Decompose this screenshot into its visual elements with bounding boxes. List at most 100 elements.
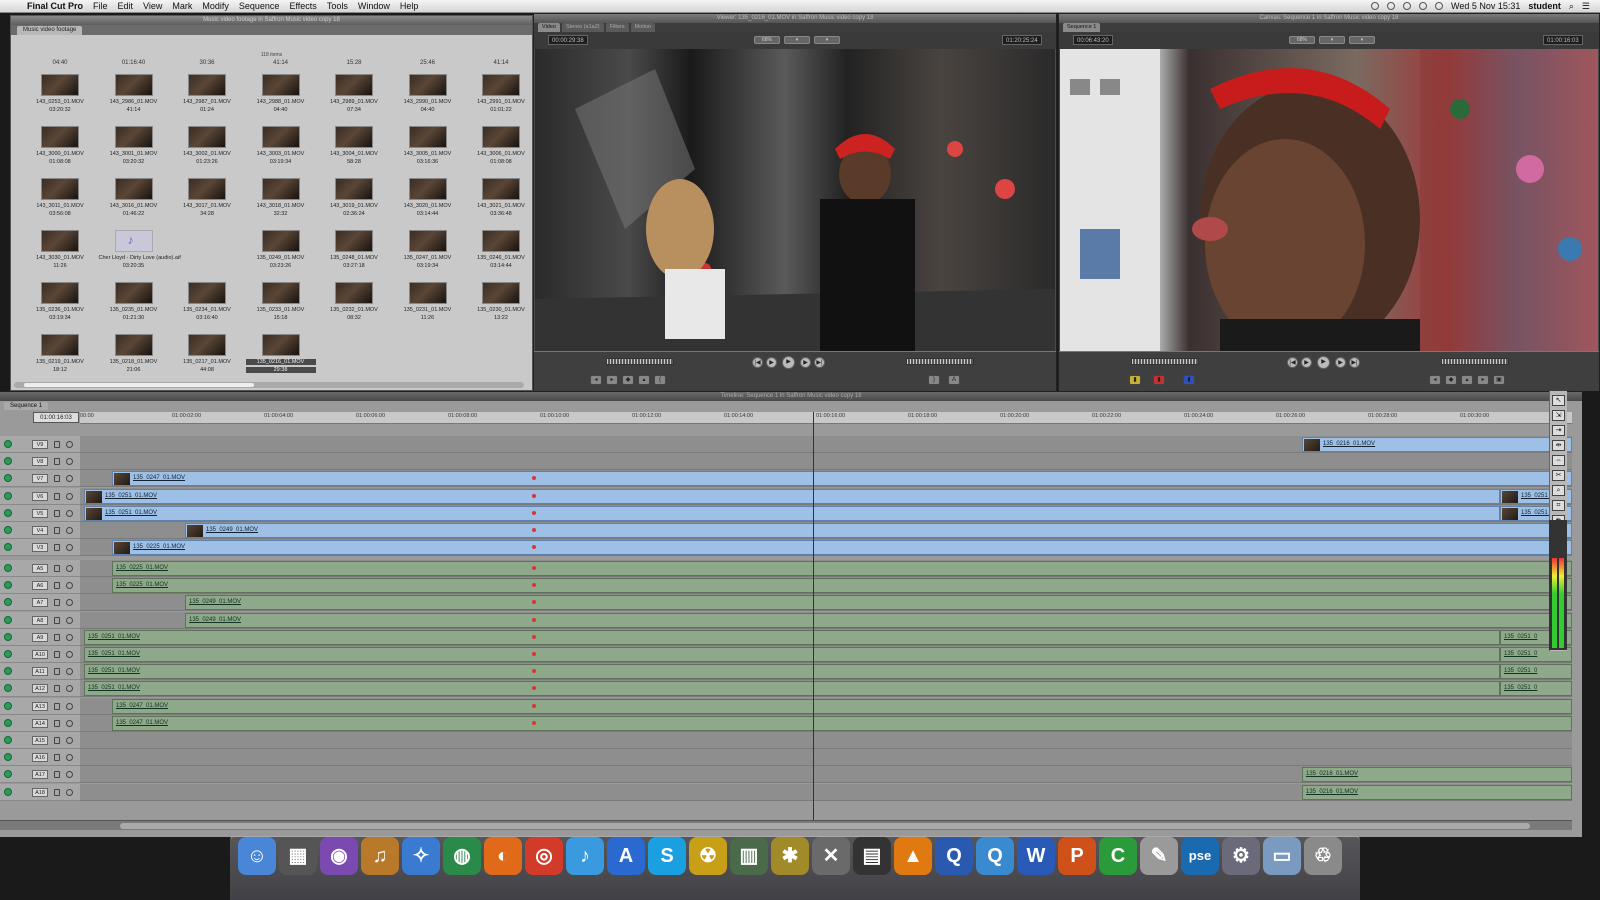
track-visibility-icon[interactable] [4, 564, 12, 572]
canvas-play-around-button[interactable]: ▶ [1335, 357, 1346, 368]
lock-icon[interactable] [54, 509, 60, 517]
clip-item[interactable]: 143_3030_01.MOV 11:26 [25, 230, 95, 282]
track-label[interactable]: V3 [32, 543, 48, 553]
quicktime-x-icon[interactable]: Q [976, 837, 1014, 875]
lock-icon[interactable] [54, 702, 60, 710]
track-visibility-icon[interactable] [4, 491, 12, 500]
track-label[interactable]: V8 [32, 457, 48, 467]
track-label[interactable]: V4 [32, 526, 48, 535]
clip-thumbnail[interactable] [261, 126, 300, 148]
clip-item[interactable]: 143_2987_01.MOV 01:24 [172, 74, 242, 126]
track-lane[interactable]: 135_0249_01.MOV [80, 611, 1572, 629]
canvas-zoom-select[interactable]: 68% [1289, 36, 1315, 44]
track-label[interactable]: A12 [32, 684, 48, 694]
add-keyframe-button[interactable]: ◆ [622, 375, 634, 385]
audio-clip[interactable]: 135_0251_01.MOV [84, 629, 1500, 645]
track-label[interactable]: A6 [32, 581, 48, 591]
clip-thumbnail[interactable] [114, 282, 153, 304]
clip-thumbnail[interactable] [408, 178, 447, 200]
clip-item[interactable]: 135_0248_01.MOV 03:27:18 [319, 230, 389, 282]
notification-list-icon[interactable]: ☰ [1582, 1, 1590, 12]
clip-item[interactable]: 135_0230_01.MOV 13:22 [466, 282, 536, 334]
film-strip-icon[interactable]: ▥ [730, 837, 768, 875]
radiation-icon[interactable]: ☢ [689, 837, 727, 875]
track-lane[interactable]: 135_0247_01.MOV [80, 470, 1572, 488]
clip-thumbnail[interactable] [335, 126, 373, 148]
canvas-shuttle-slider[interactable] [1131, 358, 1199, 365]
clip-thumbnail[interactable] [408, 230, 447, 252]
clip-item[interactable]: 135_0219_01.MOV 18:12 [25, 334, 95, 386]
clip-thumbnail[interactable] [114, 178, 153, 200]
auto-select-icon[interactable] [66, 616, 73, 624]
clip-thumbnail[interactable] [261, 282, 300, 304]
track-label[interactable]: V6 [32, 491, 48, 501]
track-label[interactable]: A16 [32, 753, 48, 763]
canvas-view-select[interactable]: ▾ [1319, 36, 1345, 44]
clock[interactable]: Wed 5 Nov 15:31 [1451, 1, 1520, 11]
lock-icon[interactable] [54, 651, 60, 658]
auto-select-icon[interactable] [66, 685, 73, 693]
tab-filters[interactable]: Filters [605, 23, 629, 32]
menu-mark[interactable]: Mark [167, 1, 197, 11]
tab-motion[interactable]: Motion [630, 23, 656, 32]
track-lane[interactable]: 135_0251_01.MOV 135_0251_0 [80, 663, 1572, 681]
track-lane[interactable]: 135_0251_01.MOV 135_0251_0 [80, 487, 1572, 505]
clip-item[interactable]: 135_0217_01.MOV 44:08 [172, 334, 242, 386]
canvas-add-marker-button[interactable]: ▴ [1461, 375, 1473, 385]
track-label[interactable]: V9 [32, 440, 48, 449]
clip-thumbnail[interactable] [114, 74, 153, 96]
clip-item[interactable]: 135_0234_01.MOV 03:16:40 [172, 282, 242, 334]
clip-item[interactable]: 143_3000_01.MOV 01:08:08 [25, 126, 95, 178]
auto-select-icon[interactable] [66, 527, 73, 534]
clip-item[interactable]: 143_2986_01.MOV 41:14 [99, 74, 169, 126]
insert-edit-button[interactable]: ▮ [1129, 375, 1141, 385]
timeline-ruler[interactable]: 00:00 01:00:02:00 01:00:04:00 01:00:06:00 01… [80, 412, 1572, 424]
safari-icon[interactable]: ✧ [402, 837, 440, 875]
clip-item[interactable]: 135_0235_01.MOV 01:21:30 [99, 282, 169, 334]
photo-booth-icon[interactable]: ◉ [320, 837, 358, 875]
viewer-current-timecode[interactable]: 01:20:25:24 [1002, 35, 1042, 45]
audio-clip[interactable]: 135_0247_01.MOV [112, 715, 1572, 731]
menu-tools[interactable]: Tools [322, 1, 353, 11]
auto-select-icon[interactable] [66, 719, 73, 727]
clip-item[interactable]: 143_2988_01.MOV 04:40 [246, 74, 316, 126]
lock-icon[interactable] [54, 458, 60, 466]
status-icon[interactable] [1402, 2, 1411, 10]
track-label[interactable]: V5 [32, 508, 48, 518]
edit-selection-tool-icon[interactable]: ⇲ [1552, 410, 1565, 421]
mark-in-button[interactable]: { [654, 375, 666, 385]
lock-icon[interactable] [54, 565, 60, 572]
clip-item[interactable]: 143_2990_01.MOV 04:40 [393, 74, 463, 126]
track-lane[interactable] [80, 749, 1572, 767]
clip-item[interactable]: 143_3006_01.MOV 01:08:08 [466, 126, 536, 178]
match-frame-button[interactable]: ◂ [590, 375, 602, 385]
replace-edit-button[interactable]: ▮ [1183, 375, 1195, 385]
auto-select-icon[interactable] [66, 771, 73, 779]
track-visibility-icon[interactable] [4, 650, 12, 658]
track-lane[interactable]: 135_0216_01.MOV [80, 783, 1572, 801]
auto-select-icon[interactable] [66, 754, 73, 762]
tab-video[interactable]: Video [538, 23, 560, 32]
video-clip[interactable]: 135_0216_01.MOV [1302, 437, 1572, 452]
clip-thumbnail[interactable] [335, 74, 373, 96]
track-visibility-icon[interactable] [4, 440, 12, 448]
clip-item[interactable]: 135_0216_01.MOV 29:38 [245, 334, 316, 386]
marker[interactable] [532, 703, 536, 708]
track-visibility-icon[interactable] [4, 474, 12, 483]
play-around-button[interactable]: ▶ [800, 357, 811, 368]
app-store-icon[interactable]: A [607, 837, 645, 875]
track-visibility-icon[interactable] [4, 543, 12, 552]
track-visibility-icon[interactable] [4, 632, 12, 641]
menu-modify[interactable]: Modify [197, 1, 234, 11]
clip-item[interactable]: 135_0249_01.MOV 03:23:26 [246, 230, 316, 282]
track-lane[interactable]: 135_0225_01.MOV [80, 539, 1572, 557]
clip-thumbnail[interactable] [188, 282, 226, 304]
lock-icon[interactable] [54, 527, 60, 534]
clip-thumbnail[interactable] [482, 74, 520, 96]
powerpoint-icon[interactable]: P [1058, 837, 1096, 875]
canvas-mark-in-button[interactable]: ◂ [1429, 375, 1441, 385]
user-name[interactable]: student [1528, 1, 1561, 11]
auto-select-icon[interactable] [66, 565, 73, 572]
clip-item[interactable]: 135_0233_01.MOV 15:18 [246, 282, 316, 334]
track-lane[interactable]: 135_0249_01.MOV [80, 594, 1572, 612]
